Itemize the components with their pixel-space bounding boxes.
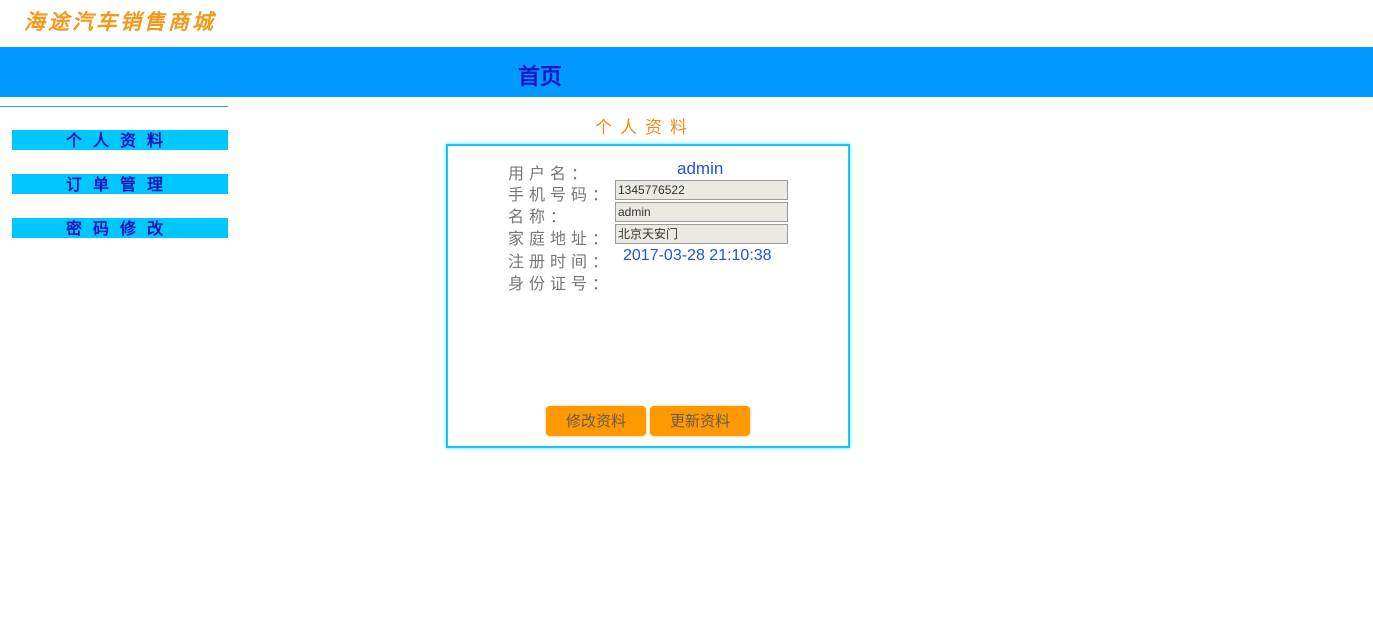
address-row: 家庭地址： 北京天安门 — [448, 224, 848, 248]
site-logo: 海途汽车销售商城 — [24, 9, 216, 34]
username-row: 用户名： admin — [448, 159, 848, 183]
idcard-row: 身份证号： — [448, 269, 848, 293]
name-row: 名称： admin — [448, 202, 848, 226]
phone-row: 手机号码： 1345776522 — [448, 180, 848, 204]
page-title: 个人资料 — [595, 118, 695, 138]
name-field[interactable]: admin — [615, 202, 788, 222]
address-label: 家庭地址： — [508, 229, 614, 248]
register-time-row: 注册时间： 2017-03-28 21:10:38 — [448, 247, 848, 271]
nav-home-link[interactable]: 首页 — [518, 59, 562, 91]
sidebar-item-password[interactable]: 密码修改 — [12, 218, 228, 238]
phone-field[interactable]: 1345776522 — [615, 180, 788, 200]
sidebar-item-orders[interactable]: 订单管理 — [12, 174, 228, 194]
edit-profile-button[interactable]: 修改资料 — [546, 406, 646, 436]
profile-panel: 用户名： admin 手机号码： 1345776522 名称： admin 家庭… — [446, 144, 850, 448]
top-nav-bar: 首页 — [0, 47, 1373, 97]
username-value: admin — [677, 159, 724, 178]
update-profile-button[interactable]: 更新资料 — [650, 406, 750, 436]
register-time-value: 2017-03-28 21:10:38 — [623, 247, 772, 264]
idcard-label: 身份证号： — [508, 274, 614, 293]
address-field[interactable]: 北京天安门 — [615, 224, 788, 244]
